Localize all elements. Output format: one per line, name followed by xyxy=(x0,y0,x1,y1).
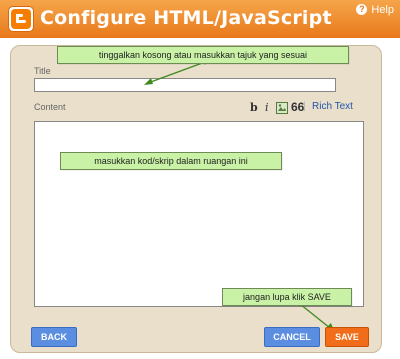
back-button[interactable]: BACK xyxy=(31,327,77,347)
save-button[interactable]: SAVE xyxy=(325,327,369,347)
content-hint-callout: masukkan kod/skrip dalam ruangan ini xyxy=(60,152,282,170)
cancel-button[interactable]: CANCEL xyxy=(264,327,320,347)
title-hint-callout: tinggalkan kosong atau masukkan tajuk ya… xyxy=(57,46,349,64)
save-hint-callout: jangan lupa klik SAVE xyxy=(222,288,352,306)
